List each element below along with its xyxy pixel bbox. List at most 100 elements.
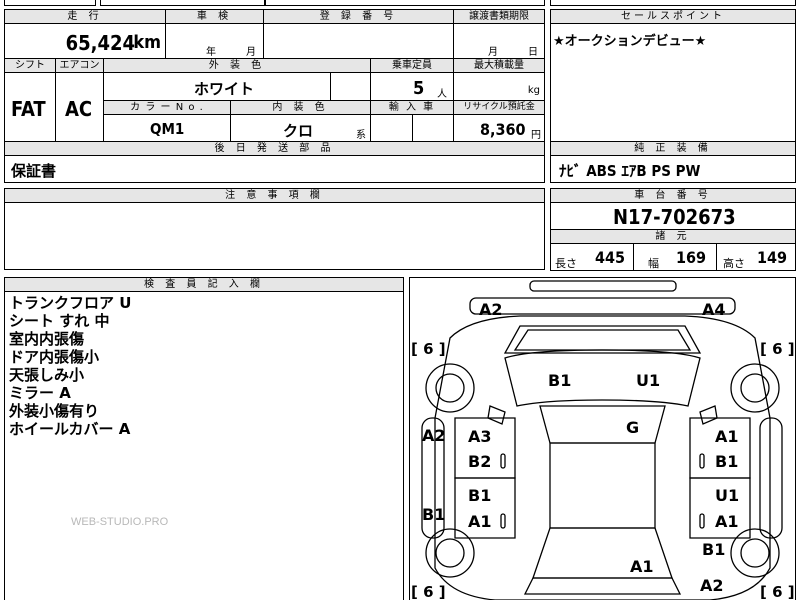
exterior-color-extra [330,72,371,101]
import-cell [370,114,413,142]
mileage-value: 65,424 [65,31,135,55]
shift-value: FAT [11,97,46,121]
interior-color-suffix: 系 [356,130,366,141]
max-load-header: 最大積載量 [453,58,545,73]
top-cut-row-4 [550,0,796,6]
sales-point-text: ★オークションデビュー★ [553,34,707,49]
inspector-line: シート すれ 中 [9,312,110,330]
mark-a1-rear: A1 [630,557,654,576]
mileage-cell: 65,424 km [4,23,166,59]
capacity-cell: 5 人 [370,72,454,101]
shift-cell: FAT [4,72,56,142]
later-parts-cell: 保証書 [4,155,545,183]
tire-front-left: [ 6 ] [411,340,446,358]
genuine-equipment-cell: ﾅﾋﾞ ABS ｴｱB PS PW [550,155,796,183]
inspector-line: ホイールカバー A [9,420,131,438]
import-cell-2 [412,114,454,142]
sales-point-cell: ★オークションデビュー★ [550,23,796,142]
mark-u1-right-rear-door: U1 [715,486,740,505]
specs-length-cell: 長さ 445 [550,243,634,271]
chassis-cell: N17-702673 [550,202,796,230]
inspector-line: ドア内張傷小 [9,348,100,366]
exterior-color-value: ホワイト [194,80,255,98]
later-parts-header: 後 日 発 送 部 品 [4,141,545,156]
notes-header: 注 意 事 項 欄 [4,188,545,203]
aircon-value: AC [65,97,93,121]
mark-a1-left-rear-door: A1 [468,512,492,531]
notes-cell [4,202,545,270]
specs-length-label: 長さ [555,257,577,270]
specs-height-label: 高さ [723,257,745,270]
mark-u1-windshield: U1 [636,371,661,390]
interior-color-cell: クロ 系 [230,114,371,142]
mark-a4-top-right: A4 [702,300,726,319]
genuine-equipment-header: 純 正 装 備 [550,141,796,156]
mileage-unit: km [133,32,161,53]
registration-header: 登 録 番 号 [263,9,454,24]
chassis-value: N17-702673 [613,205,736,229]
inspector-header: 検 査 員 記 入 欄 [4,277,404,292]
specs-width-cell: 幅 169 [633,243,717,271]
inspector-line: 天張しみ小 [9,366,85,384]
top-cut-row-2 [100,0,265,6]
car-diagram: A2 A4 B1 U1 G A3 B2 B1 A1 A1 B1 U1 A1 A2… [409,277,796,600]
transfer-month-label: 月 [488,47,498,58]
capacity-header: 乗車定員 [370,58,454,73]
recycle-value: 8,360 [480,120,526,139]
inspector-cell: トランクフロア U シート すれ 中 室内内張傷 ドア内張傷小 天張しみ小 ミラ… [4,291,404,600]
transfer-cell: 月 日 [453,23,545,59]
mark-b1-windshield: B1 [548,371,572,390]
inspection-year-label: 年 [206,47,216,58]
specs-height-cell: 高さ 149 [716,243,796,271]
genuine-equipment-value: ﾅﾋﾞ ABS ｴｱB PS PW [559,162,701,180]
recycle-header: リサイクル預託金 [453,100,545,115]
mark-g-roof: G [626,418,640,437]
mark-b2-left-front-door: B2 [468,452,492,471]
color-no-header: カ ラ ー N o . [103,100,231,115]
mark-a3-left-front-door: A3 [468,427,492,446]
recycle-unit: 円 [531,130,541,141]
mark-a2-rear-corner: A2 [700,576,724,595]
capacity-value: 5 [413,78,425,99]
mark-a2-left-side: A2 [422,426,446,445]
mark-b1-right-front-door: B1 [715,452,739,471]
inspection-month-label: 月 [246,47,256,58]
top-cut-row-3 [265,0,545,6]
color-no-value: QM1 [150,120,185,138]
chassis-header: 車 台 番 号 [550,188,796,203]
exterior-color-header: 外 装 色 [103,58,371,73]
later-parts-value: 保証書 [11,162,57,180]
top-cut-row [4,0,96,6]
watermark: WEB-STUDIO.PRO [71,516,169,528]
registration-cell [263,23,454,59]
inspector-line: 外装小傷有り [9,402,100,420]
import-header: 輸 入 車 [370,100,454,115]
specs-width-label: 幅 [648,257,659,270]
mark-b1-left-rear-door: B1 [468,486,492,505]
tire-rear-left: [ 6 ] [411,583,446,600]
capacity-unit: 人 [437,89,447,100]
inspector-line: ミラー A [9,384,71,402]
shift-header: シフト [4,58,56,73]
tire-front-right: [ 6 ] [760,340,795,358]
recycle-cell: 8,360 円 [453,114,545,142]
transfer-header: 譲渡書類期限 [453,9,545,24]
specs-width-value: 169 [676,248,707,267]
specs-header: 諸 元 [550,229,796,244]
aircon-cell: AC [55,72,104,142]
tire-rear-right: [ 6 ] [760,583,795,600]
interior-color-value: クロ [283,122,314,140]
sales-point-header: セールスポイント [550,9,796,24]
inspection-cell: 年 月 [165,23,264,59]
inspector-line: トランクフロア U [9,294,132,312]
mileage-header: 走 行 [4,9,166,24]
inspector-line: 室内内張傷 [9,330,85,348]
aircon-header: エアコン [55,58,104,73]
max-load-unit: kg [527,85,540,96]
mark-a1-right-front-door: A1 [715,427,739,446]
mark-b1-rear-right: B1 [702,540,726,559]
specs-height-value: 149 [757,248,788,267]
inspection-header: 車 検 [165,9,264,24]
mark-a2-top-left: A2 [479,300,503,319]
mark-a1-right-rear-door: A1 [715,512,739,531]
